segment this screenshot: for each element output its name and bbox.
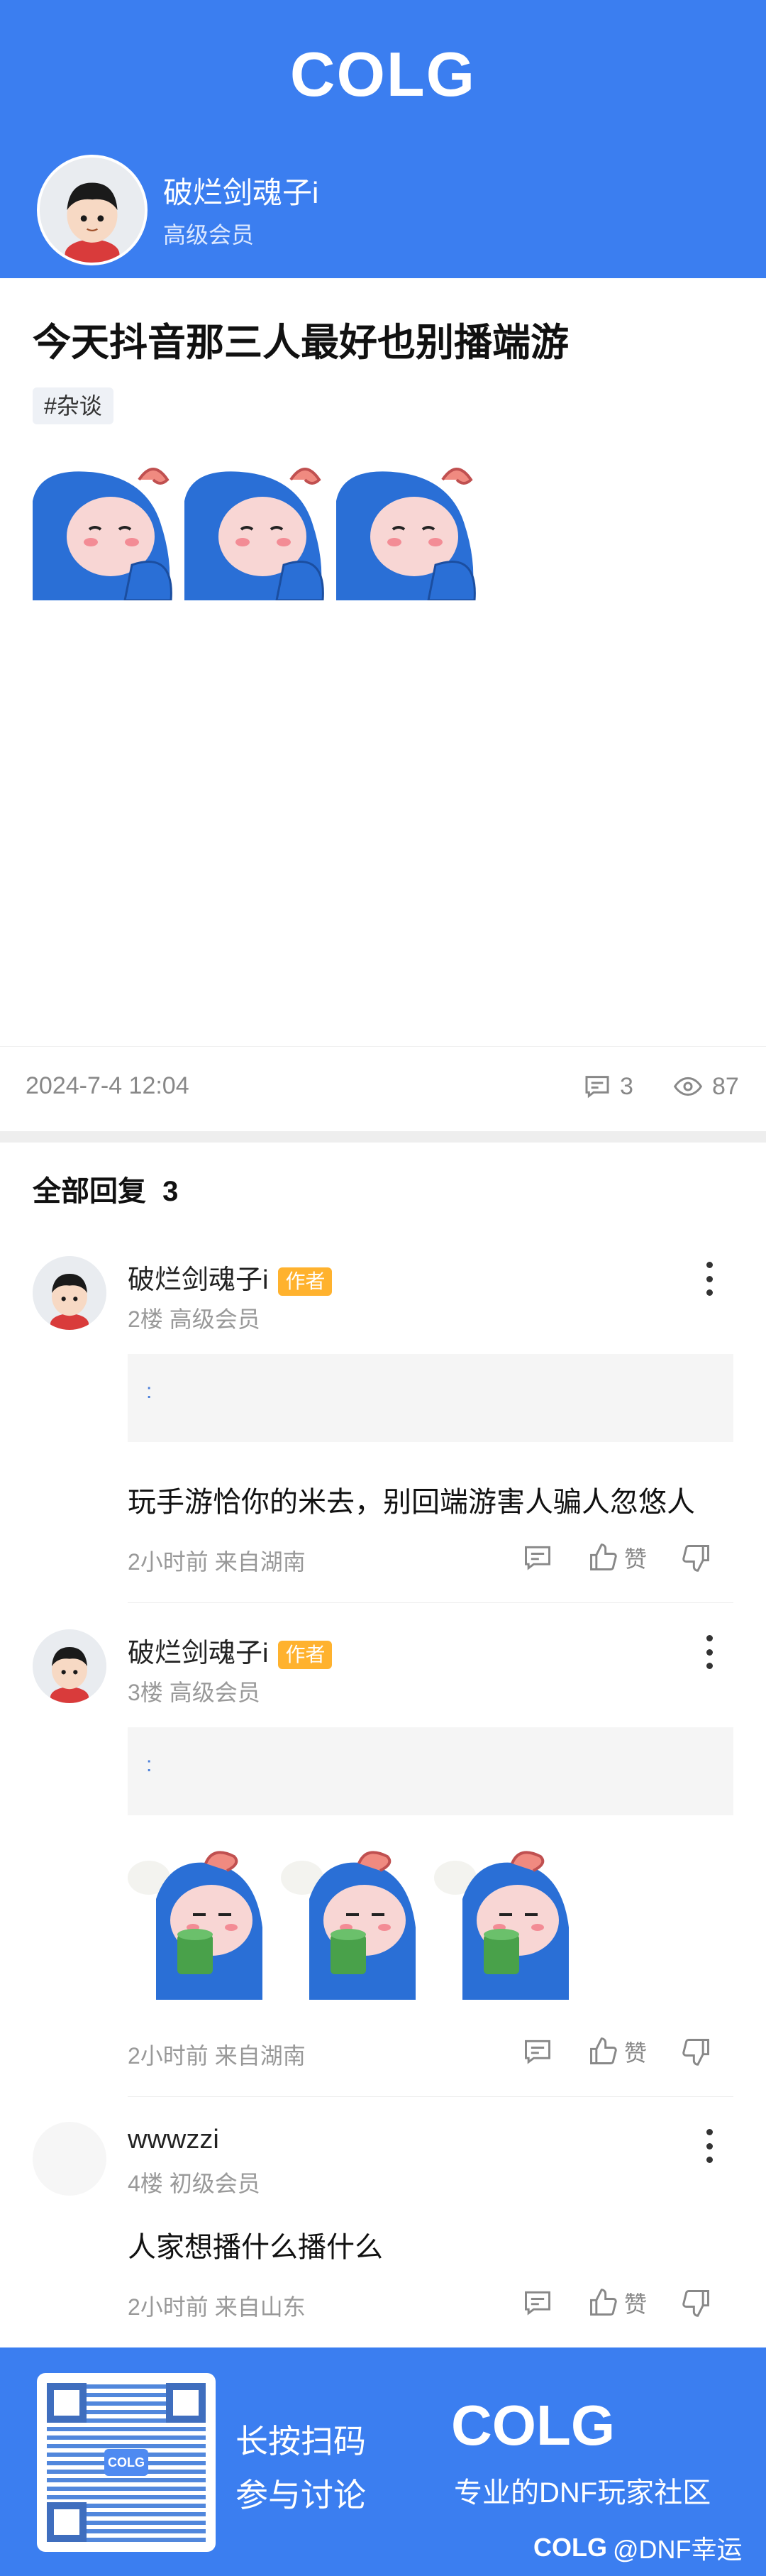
like-label: 赞 <box>624 1546 648 1572</box>
reply-avatar[interactable] <box>33 1629 106 1703</box>
post-date: 2024-7-4 12:04 <box>26 1072 189 1099</box>
post-title: 今天抖音那三人最好也别播端游 <box>33 321 569 364</box>
scan-prompt: 长按扫码 参与讨论 <box>235 2414 366 2522</box>
colg-logo: COLG <box>289 39 477 109</box>
replies-heading-count: 3 <box>162 1176 179 1207</box>
dislike-button[interactable] <box>681 2287 712 2318</box>
reply-meta: 2小时前 来自湖南 <box>128 2043 306 2069</box>
reply-author[interactable]: 破烂剑魂子i 作者 <box>128 1631 333 1670</box>
scan-line-2: 参与讨论 <box>235 2477 366 2514</box>
qr-finder <box>47 2502 87 2542</box>
thumbs-up-icon <box>590 1543 617 1570</box>
share-footer: COLG 长按扫码 参与讨论 COLG 专业的DNF玩家社区 COLG @DNF… <box>0 2347 766 2576</box>
view-count: 87 <box>672 1072 739 1101</box>
reply-actions: 赞 <box>522 2035 746 2068</box>
reply-meta: 2小时前 来自山东 <box>128 2294 306 2320</box>
blue-mascot-sticker <box>184 468 324 600</box>
post-meta-bar: 2024-7-4 12:04 3 87 <box>0 1046 766 1131</box>
reply-quote[interactable]: : <box>128 1354 733 1442</box>
thumbs-up-icon <box>590 2037 617 2064</box>
eye-icon <box>673 1077 703 1096</box>
reply-comment-button[interactable] <box>522 2036 553 2067</box>
author-avatar[interactable] <box>37 155 148 265</box>
thumbs-down-icon <box>682 2039 709 2066</box>
reply-avatar[interactable] <box>33 2122 106 2196</box>
footer-colg-logo: COLG <box>451 2394 616 2457</box>
mascot-drinking-sticker <box>281 1851 416 2000</box>
reply-author-name: 破烂剑魂子i <box>128 1265 269 1295</box>
comment-count[interactable]: 3 <box>583 1072 633 1101</box>
comment-icon <box>585 1076 609 1099</box>
qr-finder <box>47 2383 87 2423</box>
post-stickers <box>33 458 485 600</box>
reply-floor-level: 4楼 初级会员 <box>128 2171 260 2196</box>
like-button[interactable]: 赞 <box>587 1541 647 1574</box>
replies-heading-label: 全部回复 <box>33 1176 146 1207</box>
reply-floor-level: 3楼 高级会员 <box>128 1680 260 1705</box>
author-badge: 作者 <box>278 1267 333 1296</box>
footer-brand-text: @DNF幸运 <box>613 2535 743 2564</box>
view-count-value: 87 <box>712 1072 739 1100</box>
like-button[interactable]: 赞 <box>587 2286 647 2319</box>
topic-tag[interactable]: #杂谈 <box>33 387 113 424</box>
reply-quote[interactable]: : <box>128 1727 733 1815</box>
section-divider <box>0 1131 766 1143</box>
like-label: 赞 <box>624 2291 648 2317</box>
comment-icon <box>525 2291 550 2316</box>
comment-icon <box>525 1546 550 1570</box>
like-label: 赞 <box>624 2040 648 2066</box>
author-badge: 作者 <box>278 1640 333 1669</box>
blue-mascot-sticker <box>33 468 172 600</box>
reply-actions: 赞 <box>522 2286 746 2319</box>
reply-separator <box>128 2096 733 2097</box>
blue-mascot-sticker <box>336 468 476 600</box>
mascot-drinking-sticker <box>128 1851 262 2000</box>
comment-icon <box>525 2040 550 2064</box>
reply-meta: 2小时前 来自湖南 <box>128 1549 306 1575</box>
footer-brand-logo: COLG <box>533 2533 607 2562</box>
footer-brand: COLG @DNF幸运 <box>533 2529 743 2566</box>
more-options-icon[interactable] <box>696 1631 722 1673</box>
author-level: 高级会员 <box>163 222 255 248</box>
reply-author[interactable]: 破烂剑魂子i 作者 <box>128 1257 333 1297</box>
reply-actions: 赞 <box>522 1541 746 1574</box>
dislike-button[interactable] <box>681 1542 712 1573</box>
reply-comment-button[interactable] <box>522 1542 553 1573</box>
qr-center-logo: COLG <box>104 2449 148 2476</box>
reply-avatar[interactable] <box>33 1256 106 1330</box>
reply-author-name: 破烂剑魂子i <box>128 1639 269 1668</box>
reply-stickers <box>128 1849 584 2000</box>
post-header: COLG 破烂剑魂子i 高级会员 <box>0 0 766 278</box>
footer-slogan: 专业的DNF玩家社区 <box>454 2477 711 2509</box>
comment-count-value: 3 <box>620 1072 633 1100</box>
reply-text: 人家想播什么播什么 <box>128 2232 383 2263</box>
author-name[interactable]: 破烂剑魂子i <box>163 169 318 212</box>
qr-finder <box>166 2383 206 2423</box>
scan-line-1: 长按扫码 <box>235 2423 366 2460</box>
dislike-button[interactable] <box>681 2036 712 2067</box>
replies-heading: 全部回复 3 <box>33 1168 178 1209</box>
thumbs-up-icon <box>590 2289 617 2316</box>
more-options-icon[interactable] <box>696 2125 722 2167</box>
thumbs-down-icon <box>682 1545 709 1572</box>
reply-author[interactable]: wwwzzi <box>128 2125 219 2155</box>
thumbs-down-icon <box>682 2290 709 2317</box>
like-button[interactable]: 赞 <box>587 2035 647 2068</box>
reply-text: 玩手游恰你的米去，别回端游害人骗人忽悠人 <box>128 1487 695 1518</box>
reply-floor-level: 2楼 高级会员 <box>128 1306 260 1332</box>
reply-separator <box>128 1602 733 1603</box>
more-options-icon[interactable] <box>696 1257 722 1300</box>
reply-author-name: wwwzzi <box>128 2125 219 2154</box>
qr-code[interactable]: COLG <box>37 2373 216 2552</box>
reply-comment-button[interactable] <box>522 2287 553 2318</box>
qr-pattern: COLG <box>47 2383 206 2542</box>
mascot-drinking-sticker <box>434 1851 569 2000</box>
